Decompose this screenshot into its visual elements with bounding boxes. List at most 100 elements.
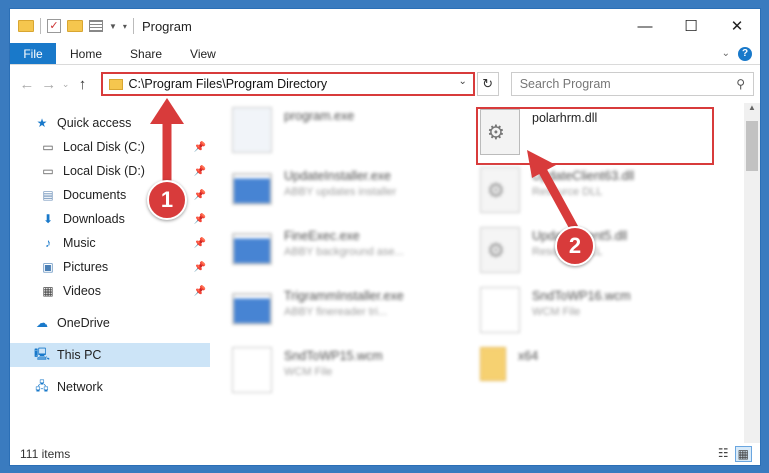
tab-view[interactable]: View [176,43,230,64]
nav-label: This PC [57,348,102,362]
nav-item-pictures[interactable]: ▣ Pictures 📌 [10,255,210,279]
search-input[interactable]: Search Program ⚲ [510,72,754,96]
details-view-icon[interactable]: ☷ [718,446,729,462]
quick-access-toolbar: ✓ ▼ ▾ [18,18,134,34]
file-item[interactable]: x64 [480,347,720,401]
minimize-button[interactable]: — [622,9,668,43]
pin-icon[interactable]: 📌 [194,214,206,225]
file-item[interactable]: FineExec.exe ABBY background ase... [232,227,472,281]
file-item[interactable]: program.exe [232,107,472,161]
pin-icon[interactable]: 📌 [194,286,206,297]
pin-icon[interactable]: 📌 [194,262,206,273]
drive-icon: ▭ [42,140,54,154]
network-icon: 🖧 [35,378,49,393]
pictures-icon: ▣ [42,260,54,274]
properties-check-icon[interactable]: ✓ [47,19,61,33]
new-folder-icon[interactable] [67,20,83,32]
help-icon[interactable]: ? [738,46,752,61]
back-button[interactable]: ← [16,76,38,93]
window-title: Program [141,18,192,34]
chevron-down-icon[interactable]: ▼ [109,22,117,31]
title-bar: ✓ ▼ ▾ Program — ☐ ✕ [10,9,760,43]
address-bar[interactable]: C:\Program Files\Program Directory ⌄ [101,72,475,96]
exe-icon [232,173,272,205]
file-item[interactable]: SndToWP15.wcm WCM File [232,347,472,401]
status-bar: 111 items ☷ ▦ [10,443,760,465]
navigation-pane: ★ Quick access ▭ Local Disk (C:) 📌 ▭ Loc… [10,103,210,443]
computer-icon: 🖳 [34,346,51,361]
tab-share[interactable]: Share [116,43,176,64]
file-description: ABBY background ase... [284,246,404,258]
explorer-window: ✓ ▼ ▾ Program — ☐ ✕ File Home Share View… [9,8,761,466]
content-area: ★ Quick access ▭ Local Disk (C:) 📌 ▭ Loc… [10,103,760,443]
customize-toolbar-icon[interactable]: ▾ [123,22,127,31]
cloud-icon: ☁ [36,316,48,330]
nav-quick-access[interactable]: ★ Quick access [10,111,210,135]
nav-item-videos[interactable]: ▦ Videos 📌 [10,279,210,303]
item-count: 111 items [20,447,71,461]
nav-item-local-disk-c[interactable]: ▭ Local Disk (C:) 📌 [10,135,210,159]
recent-locations-button[interactable]: ⌄ [60,79,72,90]
ribbon-tabs: File Home Share View ⌄ ? [10,43,760,65]
file-item[interactable]: UpdateClient5.dll Resource DLL [480,227,720,281]
exe-icon [232,233,272,265]
nav-item-local-disk-d[interactable]: ▭ Local Disk (D:) 📌 [10,159,210,183]
nav-label: Music [63,236,96,250]
pin-icon[interactable]: 📌 [194,166,206,177]
tab-home[interactable]: Home [56,43,116,64]
address-path[interactable]: C:\Program Files\Program Directory [128,77,327,91]
file-item[interactable]: UpdateClient63.dll Resource DLL [480,167,720,221]
scroll-up-icon[interactable]: ▲ [744,103,760,112]
exe-icon [232,293,272,325]
file-description: WCM File [532,306,581,318]
document-icon [480,287,520,333]
file-description: ABBY finereader tri... [284,306,388,318]
address-row: ← → ⌄ ↑ C:\Program Files\Program Directo… [10,65,760,103]
pin-icon[interactable]: 📌 [194,238,206,249]
chevron-down-icon[interactable]: ⌄ [458,76,466,87]
forward-button[interactable]: → [38,76,60,93]
nav-network[interactable]: 🖧 Network [10,375,210,399]
downloads-icon: ⬇ [42,212,54,226]
pin-icon[interactable]: 📌 [194,142,206,153]
file-name: TrigrammInstaller.exe [284,289,404,303]
pin-icon[interactable]: 📌 [194,190,206,201]
properties-list-icon[interactable] [89,20,103,32]
nav-item-music[interactable]: ♪ Music 📌 [10,231,210,255]
vertical-scrollbar[interactable]: ▲ [744,103,760,443]
divider [132,18,134,34]
nav-this-pc[interactable]: 🖳 This PC [10,343,210,367]
nav-onedrive[interactable]: ☁ OneDrive [10,311,210,335]
close-button[interactable]: ✕ [714,9,760,43]
refresh-button[interactable]: ↻ [476,72,499,96]
file-item[interactable]: UpdateInstaller.exe ABBY updates install… [232,167,472,221]
file-item[interactable]: TrigrammInstaller.exe ABBY finereader tr… [232,287,472,341]
nav-label: OneDrive [57,316,110,330]
nav-label: Local Disk (D:) [63,164,145,178]
scroll-thumb[interactable] [746,121,758,171]
nav-label: Network [57,380,103,394]
file-name: UpdateInstaller.exe [284,169,392,183]
search-icon[interactable]: ⚲ [736,77,745,91]
highlight-box [476,107,714,165]
file-name: SndToWP16.wcm [532,289,631,303]
file-item[interactable]: SndToWP16.wcm WCM File [480,287,720,341]
search-placeholder: Search Program [519,77,611,91]
expand-ribbon-icon[interactable]: ⌄ [722,48,730,59]
large-icons-view-icon[interactable]: ▦ [734,446,752,462]
program-icon [232,107,272,153]
file-name: x64 [518,349,539,363]
folder-icon [480,347,506,381]
tab-file[interactable]: File [10,43,56,64]
step-1-badge: 1 [147,180,187,220]
nav-label: Pictures [63,260,109,274]
file-name: program.exe [284,109,355,123]
file-description: WCM File [284,366,333,378]
maximize-button[interactable]: ☐ [668,9,714,43]
file-name: FineExec.exe [284,229,360,243]
folder-icon [109,78,124,90]
up-button[interactable]: ↑ [72,76,94,93]
